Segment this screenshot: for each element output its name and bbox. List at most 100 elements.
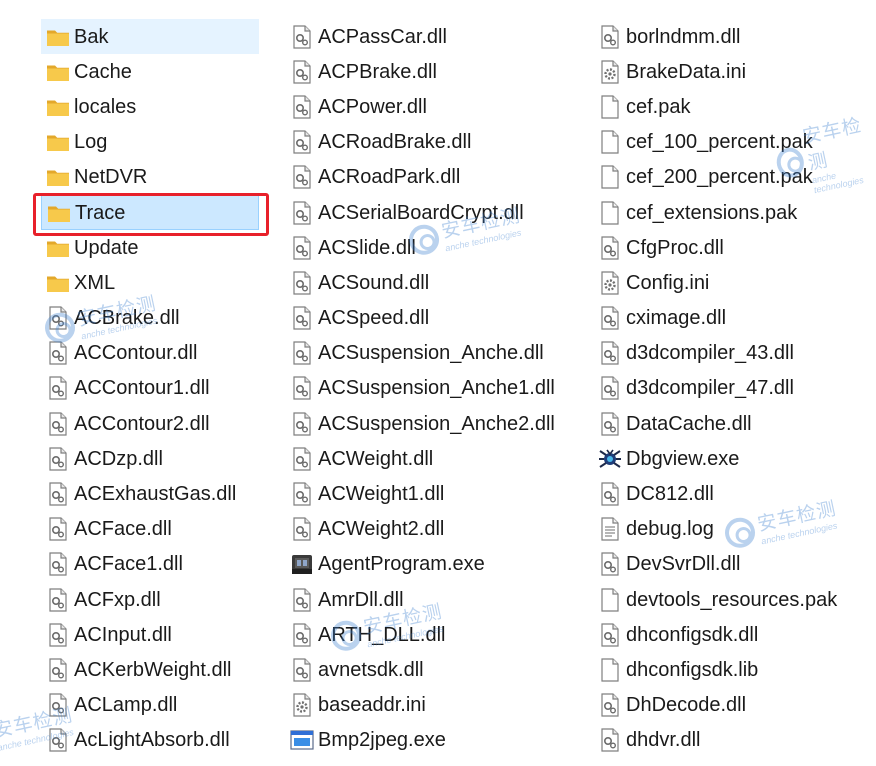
file-item-dhdecode-dll[interactable]: DhDecode.dll (593, 688, 875, 723)
dll-file-icon (289, 587, 315, 613)
file-item-d3dcompiler-47-dll[interactable]: d3dcompiler_47.dll (593, 371, 875, 406)
file-item-acexhaustgas-dll[interactable]: ACExhaustGas.dll (41, 476, 259, 511)
dll-file-icon (289, 164, 315, 190)
file-item-aclightabsorb-dll[interactable]: AcLightAbsorb.dll (41, 723, 259, 758)
file-item-aclamp-dll[interactable]: ACLamp.dll (41, 688, 259, 723)
file-item-acweight-dll[interactable]: ACWeight.dll (285, 441, 575, 476)
file-item-cef-pak[interactable]: cef.pak (593, 89, 875, 124)
file-item-log[interactable]: Log (41, 125, 259, 160)
file-item-config-ini[interactable]: Config.ini (593, 265, 875, 300)
file-item-cef-200-percent-pak[interactable]: cef_200_percent.pak (593, 160, 875, 195)
file-column-2: ACPassCar.dll ACPBrake.dll ACPower.dll ACRo… (285, 19, 575, 758)
dll-file-icon (597, 305, 623, 331)
file-item-devtools-resources-pak[interactable]: devtools_resources.pak (593, 582, 875, 617)
dll-file-icon (289, 375, 315, 401)
file-item-label: d3dcompiler_47.dll (626, 377, 794, 400)
file-item-accontour-dll[interactable]: ACContour.dll (41, 336, 259, 371)
file-item-acsuspension-anche-dll[interactable]: ACSuspension_Anche.dll (285, 336, 575, 371)
file-item-acroadbrake-dll[interactable]: ACRoadBrake.dll (285, 125, 575, 160)
file-item-label: ACLamp.dll (74, 694, 178, 717)
file-item-dhdvr-dll[interactable]: dhdvr.dll (593, 723, 875, 758)
dll-file-icon (289, 516, 315, 542)
file-item-cximage-dll[interactable]: cximage.dll (593, 301, 875, 336)
file-item-label: cef.pak (626, 95, 691, 118)
file-item-label: Bmp2jpeg.exe (318, 729, 446, 752)
file-item-acsuspension-anche1-dll[interactable]: ACSuspension_Anche1.dll (285, 371, 575, 406)
dll-file-icon (289, 622, 315, 648)
file-item-acsuspension-anche2-dll[interactable]: ACSuspension_Anche2.dll (285, 406, 575, 441)
file-item-arth-dll-dll[interactable]: ARTH_DLL.dll (285, 617, 575, 652)
file-item-acpasscar-dll[interactable]: ACPassCar.dll (285, 19, 575, 54)
file-item-dhconfigsdk-lib[interactable]: dhconfigsdk.lib (593, 652, 875, 687)
file-item-acsound-dll[interactable]: ACSound.dll (285, 265, 575, 300)
file-item-acface1-dll[interactable]: ACFace1.dll (41, 547, 259, 582)
file-item-dhconfigsdk-dll[interactable]: dhconfigsdk.dll (593, 617, 875, 652)
file-item-devsvrdll-dll[interactable]: DevSvrDll.dll (593, 547, 875, 582)
file-item-label: ACSuspension_Anche1.dll (318, 377, 555, 400)
folder-icon (45, 94, 71, 120)
dll-file-icon (289, 657, 315, 683)
file-item-ackerbweight-dll[interactable]: ACKerbWeight.dll (41, 652, 259, 687)
file-item-acinput-dll[interactable]: ACInput.dll (41, 617, 259, 652)
file-item-debug-log[interactable]: debug.log (593, 512, 875, 547)
file-item-label: ARTH_DLL.dll (318, 623, 446, 646)
file-item-avnetsdk-dll[interactable]: avnetsdk.dll (285, 652, 575, 687)
file-item-trace[interactable]: Trace (41, 194, 259, 231)
file-item-bmp2jpeg-exe[interactable]: Bmp2jpeg.exe (285, 723, 575, 758)
dll-file-icon (45, 481, 71, 507)
file-item-acweight2-dll[interactable]: ACWeight2.dll (285, 512, 575, 547)
file-item-label: ACRoadPark.dll (318, 166, 461, 189)
file-item-update[interactable]: Update (41, 230, 259, 265)
file-item-xml[interactable]: XML (41, 265, 259, 300)
blank-file-icon (597, 657, 623, 683)
file-item-label: locales (74, 95, 137, 118)
file-item-amrdll-dll[interactable]: AmrDll.dll (285, 582, 575, 617)
file-item-cef-100-percent-pak[interactable]: cef_100_percent.pak (593, 125, 875, 160)
dll-file-icon (45, 587, 71, 613)
dll-file-icon (289, 129, 315, 155)
dll-file-icon (289, 235, 315, 261)
file-item-acfxp-dll[interactable]: ACFxp.dll (41, 582, 259, 617)
file-item-d3dcompiler-43-dll[interactable]: d3dcompiler_43.dll (593, 336, 875, 371)
file-item-acdzp-dll[interactable]: ACDzp.dll (41, 441, 259, 476)
file-item-acweight1-dll[interactable]: ACWeight1.dll (285, 476, 575, 511)
file-item-label: DhDecode.dll (626, 694, 747, 717)
file-item-label: dhconfigsdk.lib (626, 658, 759, 681)
file-item-cache[interactable]: Cache (41, 54, 259, 89)
file-item-bak[interactable]: Bak (41, 19, 259, 55)
file-item-acspeed-dll[interactable]: ACSpeed.dll (285, 301, 575, 336)
file-item-brakedata-ini[interactable]: BrakeData.ini (593, 54, 875, 89)
blank-file-icon (597, 200, 623, 226)
file-item-baseaddr-ini[interactable]: baseaddr.ini (285, 688, 575, 723)
file-item-locales[interactable]: locales (41, 89, 259, 124)
file-item-borlndmm-dll[interactable]: borlndmm.dll (593, 19, 875, 54)
file-item-acroadpark-dll[interactable]: ACRoadPark.dll (285, 160, 575, 195)
file-column-1: Bak Cache locales Log NetDVR Trace Update XML AC… (41, 19, 259, 758)
dll-file-icon (45, 375, 71, 401)
exe-icon (289, 727, 315, 753)
file-item-acpower-dll[interactable]: ACPower.dll (285, 89, 575, 124)
file-item-datacache-dll[interactable]: DataCache.dll (593, 406, 875, 441)
file-item-acbrake-dll[interactable]: ACBrake.dll (41, 301, 259, 336)
folder-icon (45, 164, 71, 190)
file-item-agentprogram-exe[interactable]: AgentProgram.exe (285, 547, 575, 582)
text-file-icon (597, 516, 623, 542)
file-item-dbgview-exe[interactable]: Dbgview.exe (593, 441, 875, 476)
file-item-acface-dll[interactable]: ACFace.dll (41, 512, 259, 547)
file-item-acslide-dll[interactable]: ACSlide.dll (285, 230, 575, 265)
file-item-acserialboardcrypt-dll[interactable]: ACSerialBoardCrypt.dll (285, 195, 575, 230)
dll-file-icon (597, 235, 623, 261)
file-item-acpbrake-dll[interactable]: ACPBrake.dll (285, 54, 575, 89)
file-item-label: AgentProgram.exe (318, 553, 485, 576)
dll-file-icon (45, 305, 71, 331)
file-item-label: DataCache.dll (626, 412, 752, 435)
file-item-accontour1-dll[interactable]: ACContour1.dll (41, 371, 259, 406)
file-item-cfgproc-dll[interactable]: CfgProc.dll (593, 230, 875, 265)
file-item-label: Dbgview.exe (626, 447, 740, 470)
file-item-dc812-dll[interactable]: DC812.dll (593, 476, 875, 511)
file-item-cef-extensions-pak[interactable]: cef_extensions.pak (593, 195, 875, 230)
dll-file-icon (289, 59, 315, 85)
file-item-accontour2-dll[interactable]: ACContour2.dll (41, 406, 259, 441)
folder-icon (45, 235, 71, 261)
file-item-netdvr[interactable]: NetDVR (41, 160, 259, 195)
